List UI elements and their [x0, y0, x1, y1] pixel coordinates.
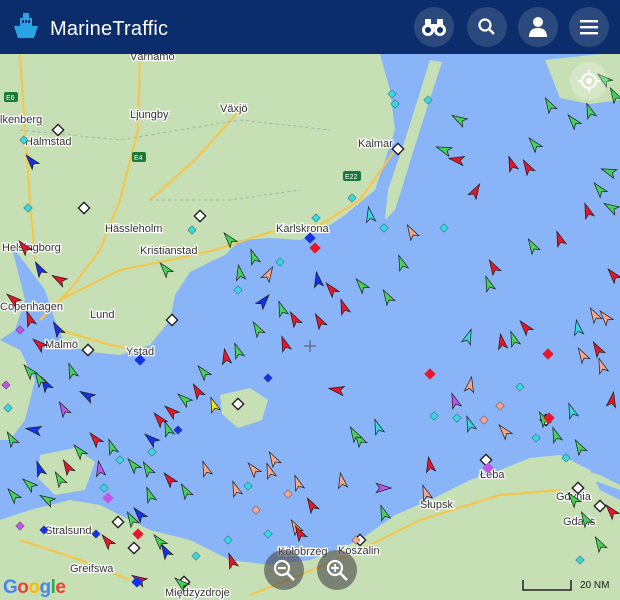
binoculars-icon	[422, 19, 446, 36]
hamburger-menu-icon	[580, 20, 598, 35]
city-label-halmstad: Halmstad	[25, 136, 71, 148]
city-label-hassleholm: Hässleholm	[105, 223, 162, 235]
city-label-falkenberg: lkenberg	[0, 114, 42, 126]
map-canvas[interactable]: E6 E4 E22 Värnamo Växjö Ljungby lkenberg…	[0, 54, 620, 600]
road-label-e6: E6	[6, 95, 15, 102]
city-label-ljungby: Ljungby	[130, 109, 169, 121]
city-label-slupsk: Słupsk	[420, 499, 454, 511]
city-label-copenhagen: Copenhagen	[0, 301, 63, 313]
zoom-in-button[interactable]	[317, 550, 357, 590]
city-label-greifswald: Greifswa	[70, 563, 114, 575]
city-label-kalmar: Kalmar	[358, 138, 393, 150]
zoom-in-icon	[326, 559, 348, 581]
header-bar: MarineTraffic	[0, 0, 620, 54]
city-label-vaxjo: Växjö	[220, 103, 248, 115]
city-label-kristianstad: Kristianstad	[140, 245, 197, 257]
city-label-helsingborg: Helsingborg	[2, 242, 61, 254]
scale-bar	[522, 580, 572, 591]
city-label-stralsund: Stralsund	[45, 525, 91, 537]
user-icon	[529, 17, 547, 37]
city-label-leba: Łeba	[480, 469, 505, 481]
binoculars-button[interactable]	[414, 7, 454, 47]
search-button[interactable]	[467, 7, 507, 47]
city-label-malmo: Malmö	[45, 339, 78, 351]
gps-target-icon	[578, 70, 600, 92]
city-label-miedzyzdroje: Międzyzdroje	[165, 587, 230, 599]
google-attribution[interactable]: Google	[3, 577, 66, 599]
menu-button[interactable]	[569, 7, 609, 47]
city-label-lund: Lund	[90, 309, 114, 321]
city-label-karlskrona: Karlskrona	[276, 223, 329, 235]
road-label-e4: E4	[134, 155, 143, 162]
city-label-varnamo: Värnamo	[130, 54, 175, 63]
search-icon	[478, 18, 495, 35]
road-label-e22: E22	[345, 174, 358, 181]
zoom-out-icon	[273, 559, 295, 581]
locate-me-button[interactable]	[570, 62, 608, 100]
account-button[interactable]	[518, 7, 558, 47]
brand-title[interactable]: MarineTraffic	[50, 18, 168, 41]
scale-label: 20 NM	[580, 580, 610, 591]
zoom-out-button[interactable]	[264, 550, 304, 590]
marinetraffic-logo-icon[interactable]	[10, 12, 42, 42]
